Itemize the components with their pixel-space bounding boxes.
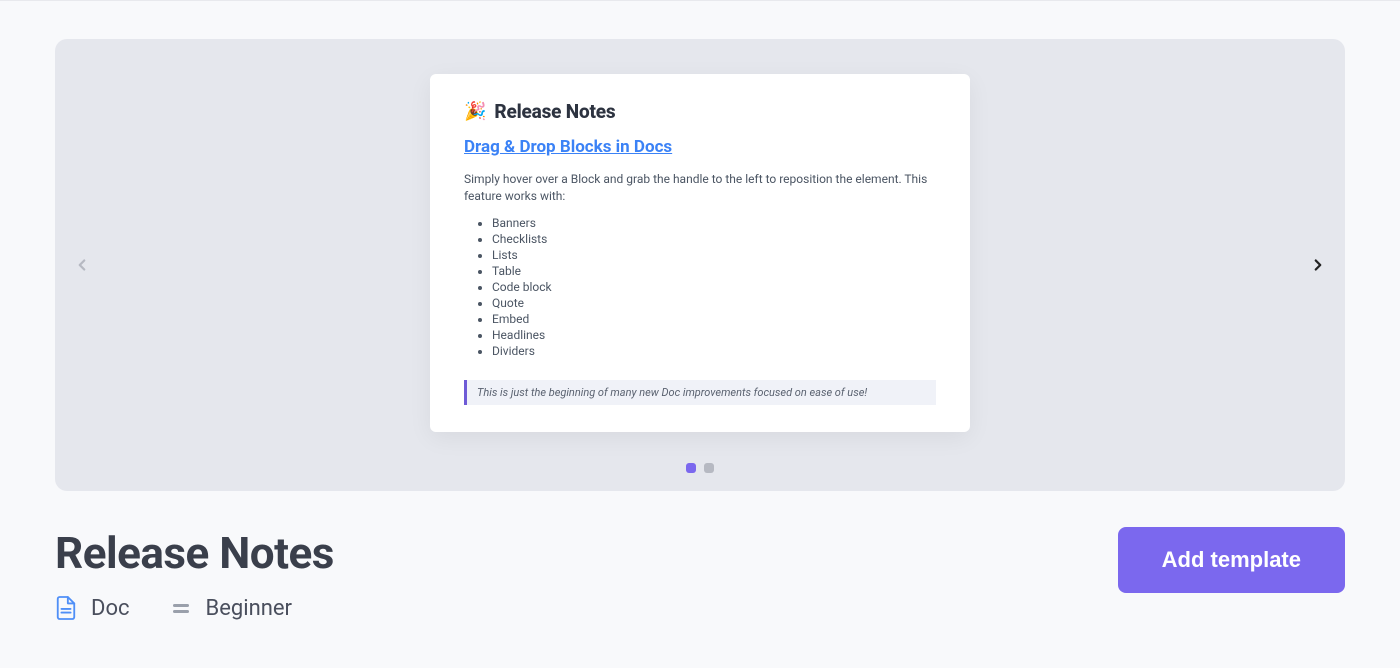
page-title: Release Notes [55, 527, 334, 579]
doc-icon [55, 595, 77, 621]
carousel-dot-2[interactable] [704, 463, 714, 473]
template-type-badge: Doc [55, 595, 130, 621]
party-popper-icon: 🎉 [464, 101, 486, 122]
chevron-right-icon [1309, 256, 1327, 274]
preview-document-card: 🎉 Release Notes Drag & Drop Blocks in Do… [430, 74, 970, 432]
carousel-next-button[interactable] [1303, 250, 1333, 280]
list-item: Lists [492, 248, 936, 262]
preview-doc-description: Simply hover over a Block and grab the h… [464, 171, 936, 206]
template-type-label: Doc [91, 596, 130, 621]
list-item: Dividers [492, 344, 936, 358]
carousel-prev-button[interactable] [67, 250, 97, 280]
list-item: Table [492, 264, 936, 278]
list-item: Banners [492, 216, 936, 230]
list-item: Headlines [492, 328, 936, 342]
template-preview-carousel: 🎉 Release Notes Drag & Drop Blocks in Do… [55, 39, 1345, 491]
list-item: Embed [492, 312, 936, 326]
template-difficulty-badge: Beginner [170, 596, 293, 621]
list-item: Quote [492, 296, 936, 310]
carousel-pagination [686, 463, 714, 473]
preview-doc-heading-link[interactable]: Drag & Drop Blocks in Docs [464, 137, 672, 157]
list-item: Checklists [492, 232, 936, 246]
chevron-left-icon [73, 256, 91, 274]
add-template-button[interactable]: Add template [1118, 527, 1345, 593]
template-difficulty-label: Beginner [206, 596, 293, 621]
carousel-dot-1[interactable] [686, 463, 696, 473]
list-item: Code block [492, 280, 936, 294]
preview-doc-title: Release Notes [494, 100, 615, 123]
difficulty-level-icon [170, 597, 192, 619]
preview-doc-quote: This is just the beginning of many new D… [464, 380, 936, 405]
preview-doc-list: Banners Checklists Lists Table Code bloc… [464, 216, 936, 358]
